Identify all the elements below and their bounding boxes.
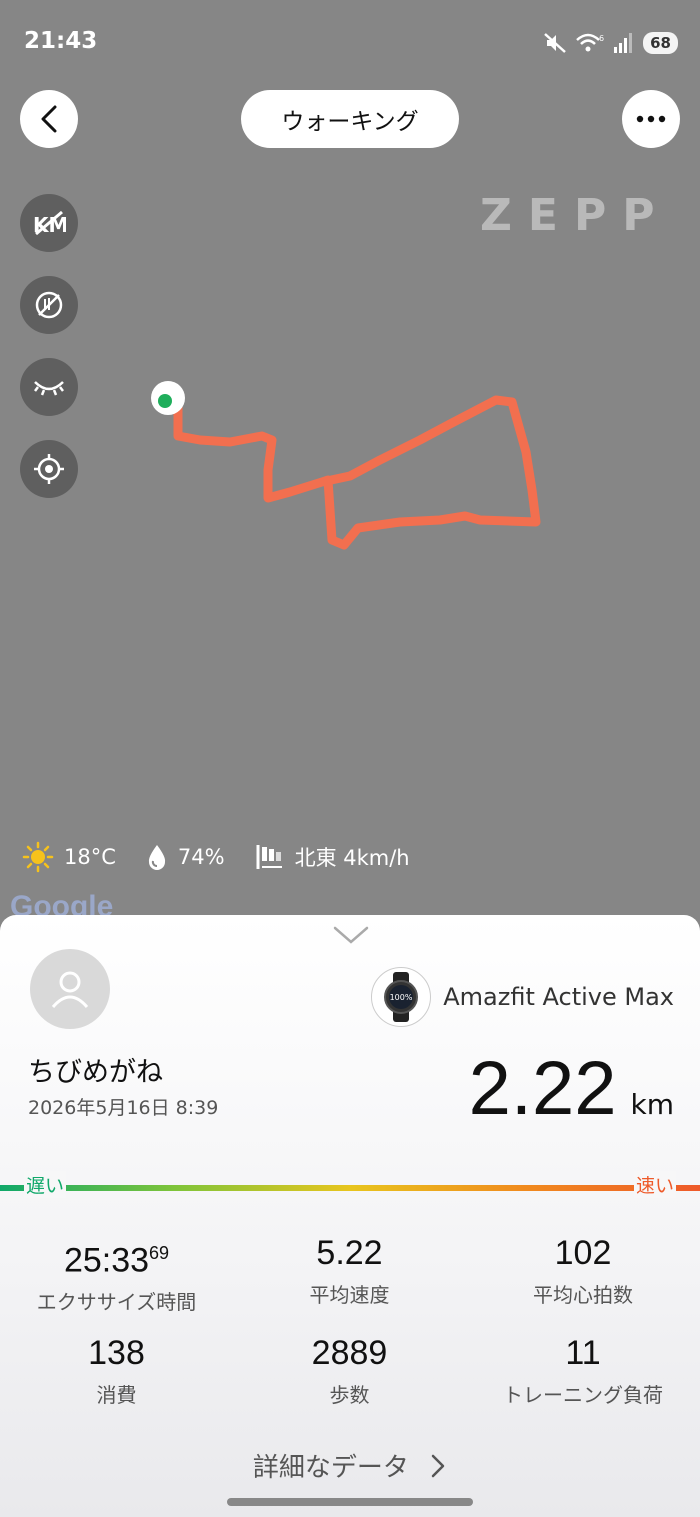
activity-type-title[interactable]: ウォーキング: [241, 90, 459, 148]
back-button[interactable]: [20, 90, 78, 148]
status-time: 21:43: [24, 28, 98, 54]
temperature-value: 18°C: [64, 845, 116, 869]
pace-fast-label: 速い: [633, 1171, 676, 1198]
wind-value: 北東 4km/h: [294, 846, 410, 870]
pace-gradient-bar: [0, 1185, 700, 1191]
humidity-item: 74%: [146, 843, 225, 871]
humidity-value: 74%: [177, 845, 225, 869]
stat-label: 歩数: [329, 1383, 370, 1408]
summary-sheet[interactable]: 100% Amazfit Active Max ちびめがね 2026年5月16日…: [0, 915, 700, 1517]
stat-exercise-time: 25:3369 エクササイズ時間: [0, 1233, 233, 1315]
temperature-item: 18°C: [22, 841, 116, 873]
water-drop-icon: [148, 845, 165, 870]
watch-icon: 100%: [371, 967, 432, 1027]
user-avatar[interactable]: [30, 949, 110, 1029]
stat-label: エクササイズ時間: [36, 1290, 197, 1315]
weather-info: 18°C 74% 北東 4km/h: [22, 840, 440, 874]
stat-label: 平均心拍数: [533, 1283, 633, 1307]
chevron-right-icon: [431, 1454, 445, 1478]
stat-value: 102: [554, 1234, 612, 1272]
sun-icon: [22, 841, 54, 873]
more-options-button[interactable]: [622, 90, 680, 148]
eye-closed-icon: [34, 381, 64, 396]
stat-value-sup: 69: [149, 1243, 170, 1263]
signal-icon: [614, 33, 633, 53]
mute-icon: [544, 33, 566, 53]
watch-screen-text: 100%: [390, 993, 413, 1002]
status-icons: 6 68: [543, 30, 678, 56]
device-info[interactable]: 100% Amazfit Active Max: [371, 967, 674, 1027]
stat-label: 平均速度: [309, 1283, 390, 1307]
km-marker-off-icon: KM: [33, 210, 66, 236]
detailed-data-link[interactable]: 詳細なデータ: [0, 1447, 700, 1484]
stat-value: 25:33: [63, 1241, 150, 1280]
no-pace-icon: [35, 291, 63, 319]
stats-grid: 25:3369 エクササイズ時間 5.22 平均速度 102 平均心拍数 138…: [0, 1233, 700, 1408]
stat-label: トレーニング負荷: [503, 1383, 663, 1408]
stat-calories: 138 消費: [0, 1333, 233, 1408]
pace-slow-label: 遅い: [24, 1171, 67, 1198]
user-name: ちびめがね: [28, 1057, 163, 1088]
device-name: Amazfit Active Max: [443, 983, 674, 1011]
pace-toggle-button[interactable]: [20, 276, 78, 334]
distance: 2.22 km: [469, 1045, 674, 1132]
stat-value: 2889: [311, 1334, 388, 1373]
svg-text:6: 6: [599, 34, 604, 43]
start-marker: [151, 381, 185, 415]
home-indicator[interactable]: [227, 1498, 473, 1506]
battery-badge: 68: [643, 32, 678, 54]
wind-flag-icon: [256, 845, 282, 869]
stat-average-heart-rate: 102 平均心拍数: [466, 1233, 700, 1315]
wind-item: 北東 4km/h: [255, 842, 410, 872]
hide-route-button[interactable]: [20, 358, 78, 416]
locate-button[interactable]: [20, 440, 78, 498]
distance-value: 2.22: [468, 1046, 617, 1131]
stat-steps: 2889 歩数: [233, 1333, 466, 1408]
stat-label: 消費: [96, 1383, 137, 1408]
detailed-data-label: 詳細なデータ: [252, 1453, 409, 1483]
chevron-down-icon[interactable]: [333, 925, 369, 945]
route-path: [173, 395, 541, 550]
stat-value: 138: [88, 1334, 145, 1373]
person-icon: [51, 971, 89, 1009]
wifi-icon: 6: [576, 33, 604, 52]
stat-training-load: 11 トレーニング負荷: [466, 1333, 700, 1408]
distance-unit: km: [630, 1088, 675, 1121]
zepp-logo: ZEPP: [480, 190, 671, 241]
stat-value: 5.22: [316, 1234, 383, 1272]
stat-value: 11: [565, 1334, 601, 1373]
chevron-left-icon: [41, 105, 57, 133]
km-marker-toggle-button[interactable]: KM: [20, 194, 78, 252]
stat-average-speed: 5.22 平均速度: [233, 1233, 466, 1315]
activity-date: 2026年5月16日 8:39: [28, 1097, 219, 1119]
more-dots-icon: [636, 115, 666, 123]
locate-icon: [34, 454, 64, 484]
